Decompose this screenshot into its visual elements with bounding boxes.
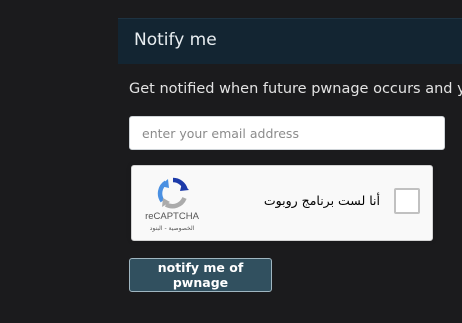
recaptcha-logo[interactable]: reCAPTCHA الخصوصية - البنود (140, 174, 204, 238)
recaptcha-label: أنا لست برنامج روبوت (263, 193, 380, 208)
notify-page: Notify me Get notified when future pwnag… (0, 0, 462, 323)
intro-text: Get notified when future pwnage occurs a… (129, 81, 462, 97)
recaptcha-logo-icon (157, 177, 189, 209)
recaptcha-brand: reCAPTCHA (145, 211, 199, 222)
page-title: Notify me (134, 30, 217, 50)
recaptcha-widget: reCAPTCHA الخصوصية - البنود أنا لست برنا… (131, 165, 433, 241)
notify-header: Notify me (118, 18, 462, 64)
recaptcha-checkbox[interactable] (394, 188, 420, 214)
recaptcha-privacy-terms-links[interactable]: الخصوصية - البنود (140, 225, 204, 232)
notify-submit-button[interactable]: notify me of pwnage (129, 258, 272, 292)
email-field[interactable] (129, 116, 445, 150)
